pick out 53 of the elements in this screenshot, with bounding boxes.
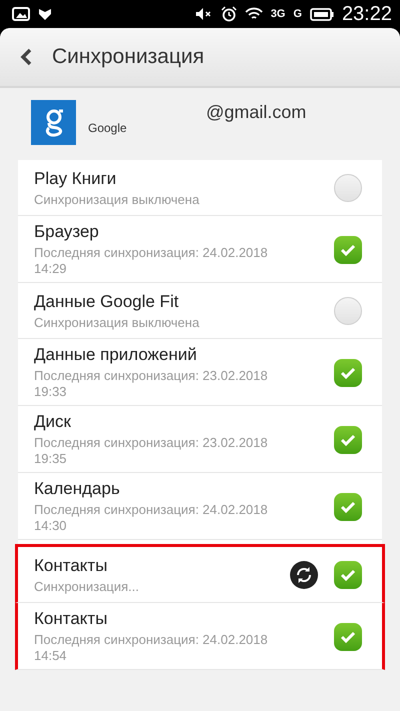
mute-icon <box>194 7 213 21</box>
google-logo-icon <box>31 100 76 145</box>
sync-item-status: Последняя синхронизация: 23.02.2018 19:35 <box>34 435 269 467</box>
sync-row[interactable]: Диск Последняя синхронизация: 23.02.2018 19:35 <box>18 406 382 473</box>
network-label: G <box>293 8 302 20</box>
sync-checkbox[interactable] <box>334 426 362 454</box>
sync-icon <box>290 561 318 589</box>
sync-checkbox[interactable] <box>334 561 362 589</box>
sync-item-title: Данные приложений <box>34 345 198 365</box>
sync-checkbox[interactable] <box>334 174 362 202</box>
back-button[interactable] <box>18 46 34 68</box>
sync-item-status: Последняя синхронизация: 24.02.2018 14:30 <box>34 502 269 534</box>
check-icon <box>339 242 357 256</box>
sync-item-status: Синхронизация... <box>34 578 140 594</box>
sync-checkbox[interactable] <box>334 297 362 325</box>
sync-row[interactable]: Контакты Синхронизация... <box>15 544 385 603</box>
clock: 23:22 <box>342 2 392 26</box>
sync-checkbox[interactable] <box>334 358 362 386</box>
battery-icon <box>310 8 334 20</box>
sync-checkbox[interactable] <box>334 236 362 264</box>
alarm-icon <box>220 6 237 22</box>
sync-item-title: Контакты <box>34 609 108 629</box>
sync-row[interactable]: Браузер Последняя синхронизация: 24.02.2018 14:29 <box>18 216 382 283</box>
sync-item-title: Диск <box>34 412 72 432</box>
shield-icon <box>38 7 52 21</box>
check-icon <box>339 432 357 446</box>
sync-item-status: Синхронизация выключена <box>34 192 200 208</box>
sync-item-status: Последняя синхронизация: 23.02.2018 19:33 <box>34 368 269 400</box>
account-email: @gmail.com <box>206 102 306 123</box>
sync-item-status: Последняя синхронизация: 24.02.2018 14:29 <box>34 245 269 277</box>
check-icon <box>339 366 357 380</box>
sync-item-title: Play Книги <box>34 168 118 188</box>
sync-row[interactable]: Контакты Последняя синхронизация: 24.02.2018 14:54 <box>15 603 385 670</box>
check-icon <box>339 568 357 582</box>
sync-row[interactable]: Play Книги Синхронизация выключена <box>18 160 382 216</box>
sync-item-title: Браузер <box>34 222 100 242</box>
sync-row[interactable]: Календарь Последняя синхронизация: 24.02.2018 14:30 <box>18 473 382 540</box>
sync-item-status: Последняя синхронизация: 24.02.2018 14:54 <box>34 632 269 664</box>
wifi-icon <box>244 7 263 21</box>
sync-checkbox[interactable] <box>334 622 362 650</box>
check-icon <box>339 500 357 514</box>
sync-item-title: Данные Google Fit <box>34 292 180 312</box>
sync-item-title: Календарь <box>34 479 121 499</box>
sync-item-status: Синхронизация выключена <box>34 314 200 330</box>
sync-row[interactable]: Данные Google Fit Синхронизация выключена <box>18 283 382 339</box>
account-provider: Google <box>88 121 128 135</box>
screen-title: Синхронизация <box>52 45 204 69</box>
network-label: 3G <box>270 8 286 20</box>
image-icon <box>12 7 30 21</box>
sync-item-title: Контакты <box>34 556 108 576</box>
check-icon <box>339 630 357 644</box>
sync-checkbox[interactable] <box>334 492 362 520</box>
sync-row[interactable]: Данные приложений Последняя синхронизация: 23.02.2018 19:33 <box>18 339 382 406</box>
